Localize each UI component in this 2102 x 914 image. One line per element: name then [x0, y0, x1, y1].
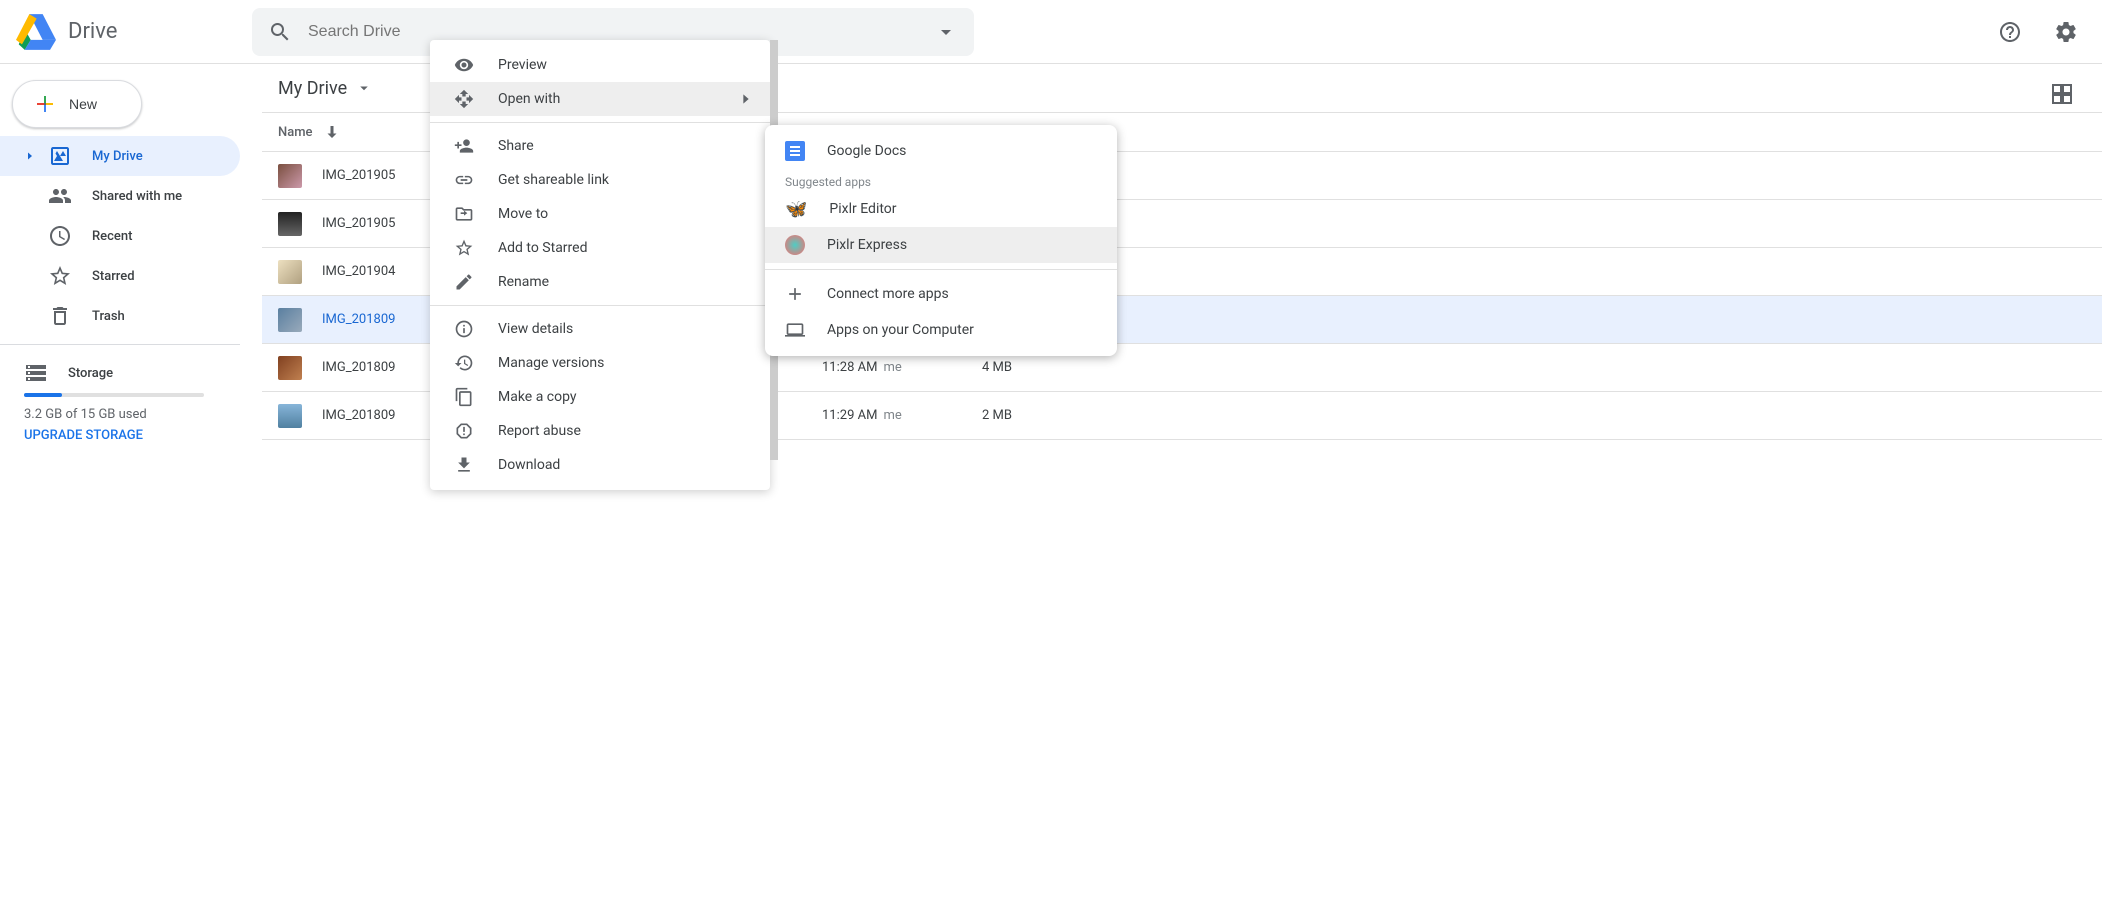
- submenu-google-docs[interactable]: Google Docs: [765, 133, 1117, 169]
- grid-icon: [2050, 82, 2074, 106]
- context-menu: Preview Open with Share Get shareable li…: [430, 40, 770, 490]
- menu-move-to[interactable]: Move to: [430, 197, 770, 231]
- copy-icon: [454, 387, 474, 407]
- chevron-right-icon: [738, 89, 754, 109]
- sidebar-item-my-drive[interactable]: My Drive: [0, 136, 240, 176]
- file-thumb: [278, 356, 302, 380]
- gear-icon: [2054, 20, 2078, 44]
- search-dropdown-icon[interactable]: [934, 20, 958, 44]
- sidebar-item-starred[interactable]: Starred: [0, 256, 240, 296]
- star-icon: [48, 264, 72, 288]
- storage-bar: [24, 393, 204, 397]
- sidebar-item-label: Trash: [92, 309, 125, 324]
- menu-manage-versions[interactable]: Manage versions: [430, 346, 770, 380]
- expand-arrow-icon: [24, 150, 36, 162]
- sidebar-item-shared[interactable]: Shared with me: [0, 176, 240, 216]
- recent-icon: [48, 224, 72, 248]
- folder-move-icon: [454, 204, 474, 224]
- download-icon: [454, 455, 474, 475]
- my-drive-icon: [48, 144, 72, 168]
- open-with-icon: [454, 89, 474, 109]
- breadcrumb[interactable]: My Drive: [278, 78, 373, 99]
- info-icon: [454, 319, 474, 339]
- file-thumb: [278, 404, 302, 428]
- submenu-pixlr-express[interactable]: Pixlr Express: [765, 227, 1117, 263]
- storage-icon: [24, 361, 48, 385]
- person-plus-icon: [454, 136, 474, 156]
- submenu-connect-apps[interactable]: Connect more apps: [765, 276, 1117, 312]
- upgrade-storage-link[interactable]: UPGRADE STORAGE: [24, 428, 232, 443]
- help-icon: [1998, 20, 2022, 44]
- sidebar-item-trash[interactable]: Trash: [0, 296, 240, 336]
- menu-add-starred[interactable]: Add to Starred: [430, 231, 770, 265]
- breadcrumb-label: My Drive: [278, 78, 347, 99]
- logo-area[interactable]: Drive: [16, 14, 252, 50]
- google-docs-icon: [785, 141, 805, 161]
- report-icon: [454, 421, 474, 441]
- pixlr-editor-icon: 🦋: [785, 199, 807, 220]
- sidebar-item-label: Recent: [92, 229, 132, 244]
- drive-logo-icon: [16, 14, 56, 50]
- trash-icon: [48, 304, 72, 328]
- star-outline-icon: [454, 238, 474, 258]
- menu-open-with[interactable]: Open with: [430, 82, 770, 116]
- shared-icon: [48, 184, 72, 208]
- sidebar-item-recent[interactable]: Recent: [0, 216, 240, 256]
- file-thumb: [278, 212, 302, 236]
- menu-report-abuse[interactable]: Report abuse: [430, 414, 770, 448]
- search-input[interactable]: [308, 23, 918, 41]
- plus-icon: [33, 92, 57, 116]
- settings-button[interactable]: [2046, 12, 2086, 52]
- menu-make-copy[interactable]: Make a copy: [430, 380, 770, 414]
- sidebar-item-label: My Drive: [92, 149, 143, 164]
- storage-section: Storage 3.2 GB of 15 GB used UPGRADE STO…: [0, 353, 256, 443]
- file-thumb: [278, 260, 302, 284]
- view-grid-button[interactable]: [2042, 74, 2082, 114]
- menu-view-details[interactable]: View details: [430, 312, 770, 346]
- pixlr-express-icon: [785, 235, 805, 255]
- new-button[interactable]: New: [12, 80, 142, 128]
- storage-label: Storage: [68, 366, 113, 381]
- sidebar: New My Drive Shared with me Recent Starr…: [0, 64, 256, 914]
- submenu-apps-computer[interactable]: Apps on your Computer: [765, 312, 1117, 348]
- menu-rename[interactable]: Rename: [430, 265, 770, 299]
- eye-icon: [454, 55, 474, 75]
- new-button-label: New: [69, 96, 97, 112]
- open-with-submenu: Google Docs Suggested apps 🦋 Pixlr Edito…: [765, 125, 1117, 356]
- laptop-icon: [785, 318, 805, 342]
- menu-shareable-link[interactable]: Get shareable link: [430, 163, 770, 197]
- menu-share[interactable]: Share: [430, 129, 770, 163]
- link-icon: [454, 170, 474, 190]
- sidebar-item-label: Starred: [92, 269, 135, 284]
- sort-down-icon[interactable]: [323, 123, 341, 141]
- menu-download[interactable]: Download: [430, 448, 770, 482]
- history-icon: [454, 353, 474, 373]
- search-icon: [268, 20, 292, 44]
- app-name: Drive: [68, 19, 117, 44]
- file-thumb: [278, 164, 302, 188]
- storage-used-text: 3.2 GB of 15 GB used: [24, 407, 232, 422]
- file-thumb: [278, 308, 302, 332]
- column-name[interactable]: Name: [278, 125, 313, 140]
- help-button[interactable]: [1990, 12, 2030, 52]
- submenu-suggested-header: Suggested apps: [765, 169, 1117, 191]
- submenu-pixlr-editor[interactable]: 🦋 Pixlr Editor: [765, 191, 1117, 227]
- app-header: Drive: [0, 0, 2102, 64]
- plus-icon: [785, 282, 805, 306]
- menu-preview[interactable]: Preview: [430, 48, 770, 82]
- dropdown-caret-icon: [355, 79, 373, 97]
- sidebar-item-label: Shared with me: [92, 189, 182, 204]
- pencil-icon: [454, 272, 474, 292]
